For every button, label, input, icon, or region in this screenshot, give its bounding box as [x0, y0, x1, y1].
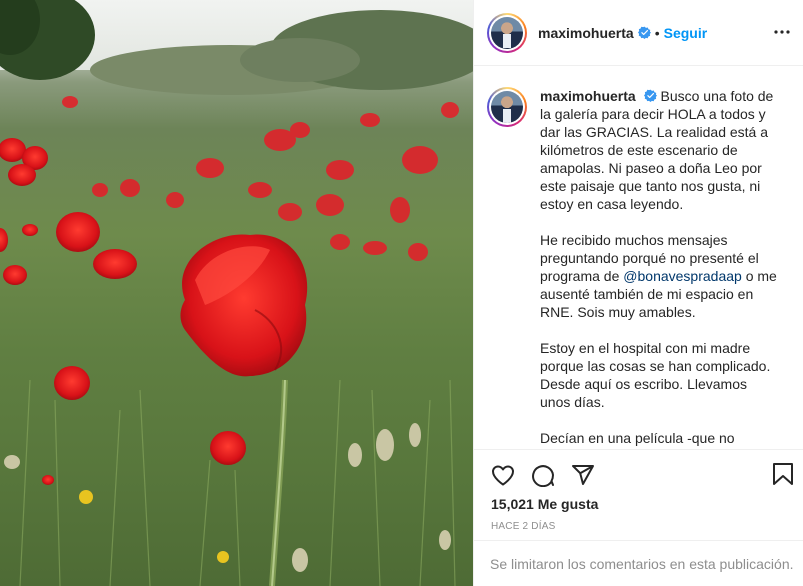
verified-badge-icon	[637, 26, 651, 39]
caption-text: maximohuerta Busco una foto de la galerí…	[540, 87, 780, 449]
heart-icon[interactable]	[490, 462, 516, 488]
follow-button[interactable]: Seguir	[664, 25, 708, 41]
post-photo[interactable]	[0, 0, 473, 586]
bookmark-icon[interactable]	[772, 462, 794, 491]
post-timestamp[interactable]: HACE 2 DÍAS	[491, 521, 555, 532]
separator-dot: •	[654, 24, 660, 41]
avatar[interactable]	[487, 12, 527, 53]
post-sidebar: maximohuerta • Seguir maximohuerta Busco…	[473, 0, 803, 586]
caption-paragraph-3: Estoy en el hospital con mi madre porque…	[540, 340, 771, 410]
action-bar	[474, 449, 803, 499]
caption-area[interactable]: maximohuerta Busco una foto de la galerí…	[474, 67, 803, 449]
poppy-field	[0, 96, 459, 586]
caption-username-link[interactable]: maximohuerta	[540, 88, 636, 104]
more-options-icon[interactable]	[772, 22, 792, 42]
post-header: maximohuerta • Seguir	[474, 0, 803, 66]
caption-avatar[interactable]	[487, 87, 527, 127]
share-icon[interactable]	[570, 462, 596, 488]
comment-icon[interactable]	[530, 462, 556, 488]
verified-badge-icon	[643, 89, 657, 102]
username-link[interactable]: maximohuerta	[538, 25, 634, 41]
mention-link[interactable]: @bonavespradaap	[623, 268, 742, 284]
likes-count[interactable]: 15,021 Me gusta	[491, 496, 598, 512]
comments-disabled-notice: Se limitaron los comentarios en esta pub…	[474, 540, 803, 586]
caption-paragraph-4: Decían en una película -que no	[540, 430, 735, 446]
caption-paragraph-1: Busco una foto de la galería para decir …	[540, 88, 774, 212]
